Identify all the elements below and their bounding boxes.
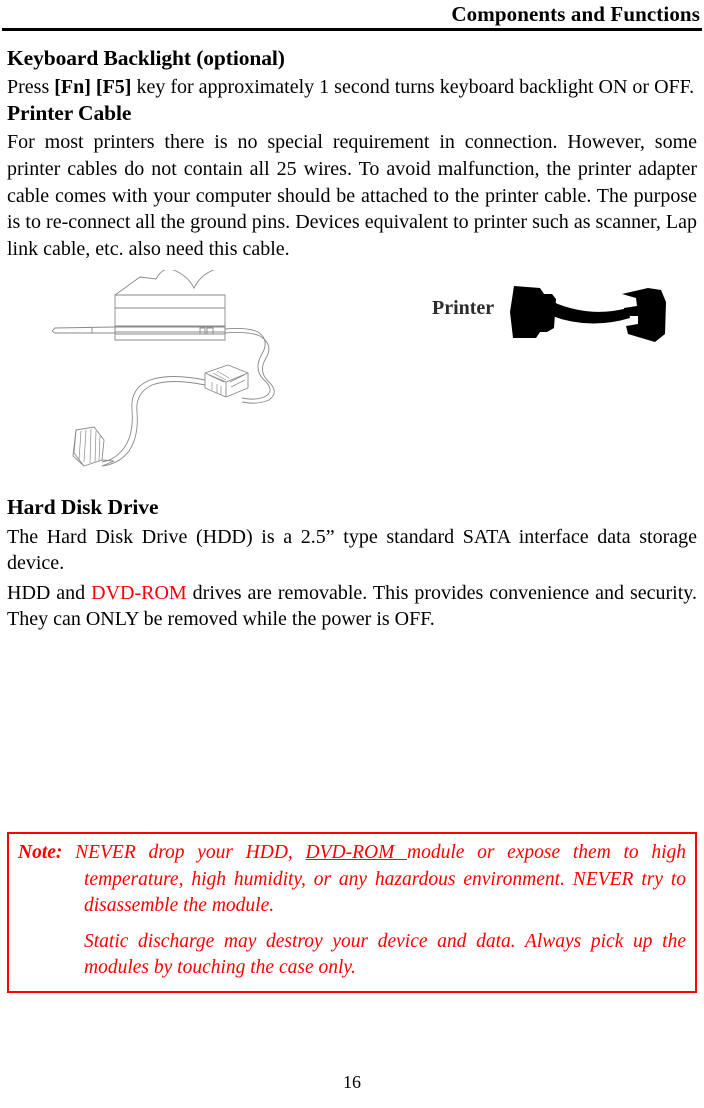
page-header: Components and Functions — [0, 0, 704, 34]
key-fn-label: [Fn] — [54, 76, 91, 99]
printer-adapter-cable-silhouette: Printer — [432, 286, 666, 343]
dvd-rom-highlight: DVD-ROM — [91, 581, 187, 604]
printer-cable-figure-row: Printer — [7, 270, 697, 495]
printer-cable-line-drawing — [52, 270, 275, 467]
note-text-part1: NEVER drop your HDD, — [62, 842, 306, 863]
paragraph-hdd-intro: The Hard Disk Drive (HDD) is a 2.5” type… — [7, 525, 697, 575]
note-warning-box: Note: NEVER drop your HDD, DVD-ROM modul… — [7, 832, 697, 993]
header-rule — [2, 28, 702, 31]
keyboard-backlight-rest: key for approximately 1 second turns key… — [131, 76, 695, 99]
paragraph-keyboard-backlight: Press [Fn] [F5] key for approximately 1 … — [7, 74, 697, 101]
page-number: 16 — [343, 1072, 361, 1092]
note-paragraph-1: Note: NEVER drop your HDD, DVD-ROM modul… — [18, 840, 686, 920]
document-page: Components and Functions Keyboard Backli… — [0, 0, 704, 1108]
paragraph-hdd-removable: HDD and DVD-ROM drives are removable. Th… — [7, 580, 697, 633]
page-content: Keyboard Backlight (optional) Press [Fn]… — [7, 46, 697, 633]
section-heading-hard-disk-drive: Hard Disk Drive — [7, 495, 159, 520]
section-heading-printer-cable: Printer Cable — [7, 100, 132, 125]
note-label: Note: — [18, 842, 63, 863]
header-title: Components and Functions — [451, 2, 700, 26]
section-heading-keyboard-backlight: Keyboard Backlight (optional) — [7, 46, 285, 70]
key-f5-label: [F5] — [95, 76, 132, 99]
hdd-removable-part1: HDD and — [7, 581, 92, 604]
note-paragraph-2: Static discharge may destroy your device… — [84, 930, 686, 979]
printer-adapter-label: Printer — [432, 297, 494, 319]
note-dvd-rom-underlined: DVD-ROM — [305, 842, 407, 863]
keyboard-backlight-lead: Press — [7, 76, 55, 99]
paragraph-printer-cable: For most printers there is no special re… — [7, 131, 697, 260]
